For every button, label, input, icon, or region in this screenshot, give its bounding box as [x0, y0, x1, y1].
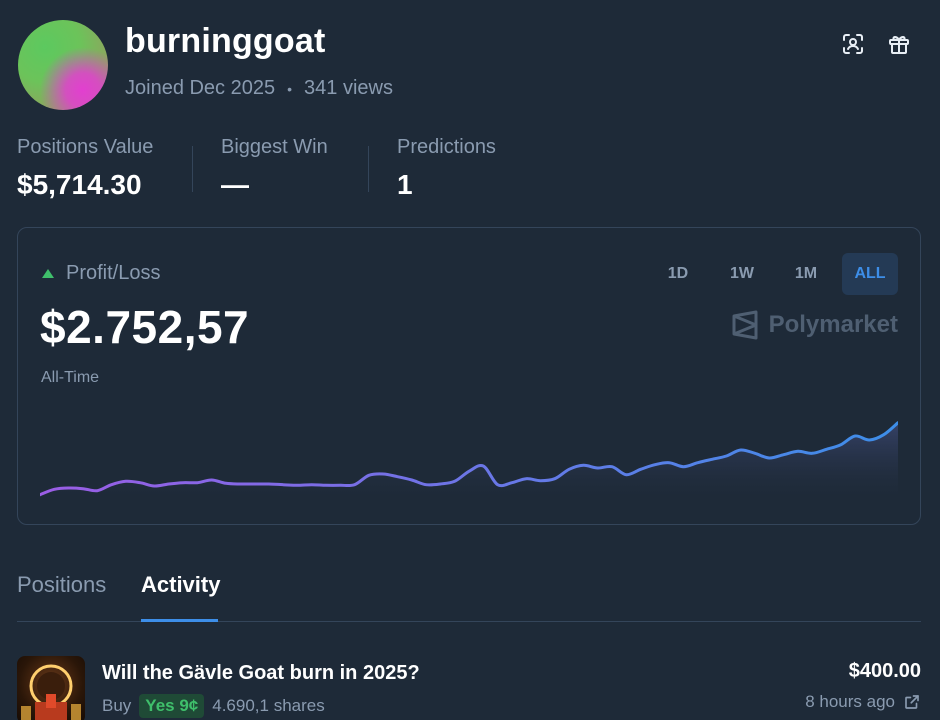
period-label: All-Time: [41, 369, 100, 386]
stat-positions-value: Positions Value $5,714.30: [17, 136, 153, 201]
active-tab-indicator: [141, 619, 218, 622]
view-count: 341 views: [304, 77, 393, 99]
profit-loss-label: Profit/Loss: [66, 262, 161, 284]
profile-meta: Joined Dec 2025 • 341 views: [125, 77, 393, 100]
trade-shares: 4.690,1 shares: [212, 696, 325, 715]
range-1w-button[interactable]: 1W: [714, 253, 770, 295]
chart-area-fill: [40, 422, 898, 498]
goat-fire-image: [21, 664, 81, 720]
trade-time-row: 8 hours ago: [805, 692, 921, 712]
market-title[interactable]: Will the Gävle Goat burn in 2025?: [102, 662, 420, 685]
avatar: [18, 20, 108, 110]
username: burninggoat: [125, 22, 326, 60]
trade-side: Buy: [102, 696, 132, 715]
range-1m-button[interactable]: 1M: [778, 253, 834, 295]
trade-details: Buy Yes 9¢ 4.690,1 shares: [102, 694, 325, 718]
stat-biggest-win: Biggest Win —: [221, 136, 328, 201]
range-all-button[interactable]: ALL: [842, 253, 898, 295]
polymarket-logo-icon: [732, 310, 758, 340]
range-selector: 1D 1W 1M ALL: [650, 253, 898, 295]
stat-divider: [368, 146, 369, 192]
trade-time: 8 hours ago: [805, 692, 895, 711]
profit-loss-chart: [40, 421, 898, 498]
profit-loss-card: Profit/Loss $2.752,57 All-Time 1D 1W 1M …: [17, 227, 921, 525]
scan-icon[interactable]: [839, 30, 867, 58]
outcome-badge: Yes 9¢: [139, 694, 205, 718]
stat-label: Biggest Win: [221, 136, 328, 158]
profit-loss-value: $2.752,57: [40, 301, 250, 353]
range-1d-button[interactable]: 1D: [650, 253, 706, 295]
meta-separator: •: [287, 80, 293, 97]
external-link-icon[interactable]: [903, 693, 921, 711]
tab-activity[interactable]: Activity: [141, 572, 220, 598]
stat-divider: [192, 146, 193, 192]
gift-icon[interactable]: [885, 30, 913, 58]
stat-predictions: Predictions 1: [397, 136, 496, 201]
stat-label: Predictions: [397, 136, 496, 158]
stat-value: —: [221, 169, 249, 200]
brand-name: Polymarket: [768, 311, 898, 338]
profit-loss-header: Profit/Loss: [42, 262, 160, 285]
trend-up-icon: [42, 269, 54, 278]
joined-date: Joined Dec 2025: [125, 77, 276, 99]
tab-positions[interactable]: Positions: [17, 572, 106, 598]
market-thumbnail[interactable]: [17, 656, 85, 720]
stat-label: Positions Value: [17, 136, 154, 158]
trade-amount: $400.00: [848, 660, 921, 682]
stat-value: $5,714.30: [17, 169, 142, 200]
profile-page: burninggoat Joined Dec 2025 • 341 views …: [0, 0, 940, 720]
stat-value: 1: [397, 169, 413, 200]
polymarket-watermark: Polymarket: [731, 310, 898, 340]
